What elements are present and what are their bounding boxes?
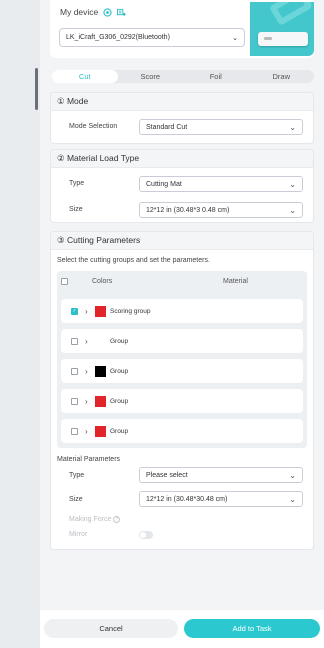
tab-foil[interactable]: Foil: [183, 70, 249, 83]
group-label: Group: [110, 337, 129, 345]
group-checkbox[interactable]: [71, 397, 78, 405]
mat-size-label: Size: [69, 496, 83, 503]
scrollbar-thumb[interactable]: [35, 68, 38, 110]
col-colors: Colors: [92, 278, 113, 285]
select-all-checkbox[interactable]: [61, 278, 68, 285]
color-swatch: [95, 305, 106, 317]
chevron-down-icon: ⌄: [289, 179, 296, 189]
info-icon[interactable]: ?: [113, 516, 121, 523]
group-row[interactable]: › Group: [61, 359, 303, 383]
group-label: Group: [110, 397, 129, 405]
cutting-heading: ③ Cutting Parameters: [51, 232, 313, 250]
device-list-icon[interactable]: [117, 8, 126, 17]
chevron-down-icon: ⌄: [289, 205, 296, 215]
mode-tabs: Cut Score Foil Draw: [52, 70, 314, 83]
chevron-down-icon: ⌄: [289, 470, 296, 480]
tab-score[interactable]: Score: [118, 70, 184, 83]
group-checkbox[interactable]: ✓: [71, 307, 78, 315]
chevron-down-icon: ⌄: [289, 494, 296, 504]
chevron-right-icon[interactable]: ›: [85, 427, 91, 436]
group-row[interactable]: › Group: [61, 419, 303, 443]
material-load-heading: ② Material Load Type: [51, 150, 313, 168]
mode-select-value: Standard Cut: [146, 123, 188, 131]
device-image: [250, 2, 314, 56]
chevron-down-icon: ⌄: [289, 122, 296, 132]
device-title: My device: [60, 7, 99, 17]
group-label: Group: [110, 367, 129, 375]
group-list-header: Colors Material: [57, 271, 307, 293]
device-card: My device LK_iCraft_G306_0292(Bluetooth)…: [50, 0, 314, 58]
footer-bar: Cancel Add to Task: [40, 610, 324, 648]
mode-section: ① Mode Mode Selection Standard Cut ⌄: [50, 92, 314, 144]
material-load-section: ② Material Load Type Type Cutting Mat ⌄ …: [50, 149, 314, 223]
mat-type-label: Type: [69, 472, 85, 479]
load-type-value: Cutting Mat: [146, 180, 182, 188]
mat-size-value: 12*12 in (30.48*30.48 cm): [146, 495, 228, 503]
mirror-toggle[interactable]: [139, 531, 153, 539]
mode-select[interactable]: Standard Cut ⌄: [139, 119, 303, 135]
left-strip: [0, 0, 40, 648]
chevron-down-icon: ⌄: [232, 34, 238, 42]
color-swatch: [95, 365, 106, 377]
making-force-row: Making Force ?: [69, 516, 121, 523]
making-force-label: Making Force: [69, 516, 112, 523]
load-size-select[interactable]: 12*12 in (30.48*3 0.48 cm) ⌄: [139, 202, 303, 218]
chevron-right-icon[interactable]: ›: [85, 337, 91, 346]
cutting-parameters-section: ③ Cutting Parameters Select the cutting …: [50, 231, 314, 550]
cutting-hint: Select the cutting groups and set the pa…: [57, 257, 210, 264]
material-params-title: Material Parameters: [57, 456, 121, 463]
load-size-value: 12*12 in (30.48*3 0.48 cm): [146, 206, 230, 214]
load-size-label: Size: [69, 206, 83, 213]
group-checkbox[interactable]: [71, 337, 78, 345]
group-list: Colors Material ✓ › Scoring group › Grou…: [57, 271, 307, 448]
col-material: Material: [223, 278, 248, 285]
color-swatch: [95, 395, 106, 407]
mirror-label: Mirror: [69, 531, 88, 538]
tab-cut[interactable]: Cut: [52, 70, 118, 83]
group-label: Scoring group: [110, 307, 151, 315]
chevron-right-icon[interactable]: ›: [85, 367, 91, 376]
load-type-select[interactable]: Cutting Mat ⌄: [139, 176, 303, 192]
color-swatch: [95, 425, 106, 437]
chevron-right-icon[interactable]: ›: [85, 397, 91, 406]
mat-type-placeholder: Please select: [146, 471, 188, 479]
group-label: Group: [110, 427, 129, 435]
mat-size-select[interactable]: 12*12 in (30.48*30.48 cm) ⌄: [139, 491, 303, 507]
mode-selection-label: Mode Selection: [69, 123, 118, 130]
device-select[interactable]: LK_iCraft_G306_0292(Bluetooth) ⌄: [59, 28, 245, 47]
color-swatch: [95, 336, 106, 347]
load-type-label: Type: [69, 180, 85, 187]
device-select-value: LK_iCraft_G306_0292(Bluetooth): [66, 34, 170, 41]
settings-panel: My device LK_iCraft_G306_0292(Bluetooth)…: [40, 0, 324, 648]
cancel-button[interactable]: Cancel: [44, 619, 178, 638]
settings-circle-icon[interactable]: [103, 7, 112, 17]
add-to-task-button[interactable]: Add to Task: [184, 619, 320, 638]
group-checkbox[interactable]: [71, 427, 78, 435]
chevron-right-icon[interactable]: ›: [85, 307, 91, 316]
tab-draw[interactable]: Draw: [249, 70, 315, 83]
group-row[interactable]: › Group: [61, 389, 303, 413]
mat-type-select[interactable]: Please select ⌄: [139, 467, 303, 483]
device-header: My device: [60, 7, 126, 17]
group-checkbox[interactable]: [71, 367, 78, 375]
mode-heading: ① Mode: [51, 93, 313, 111]
group-row[interactable]: ✓ › Scoring group: [61, 299, 303, 323]
group-row[interactable]: › Group: [61, 329, 303, 353]
